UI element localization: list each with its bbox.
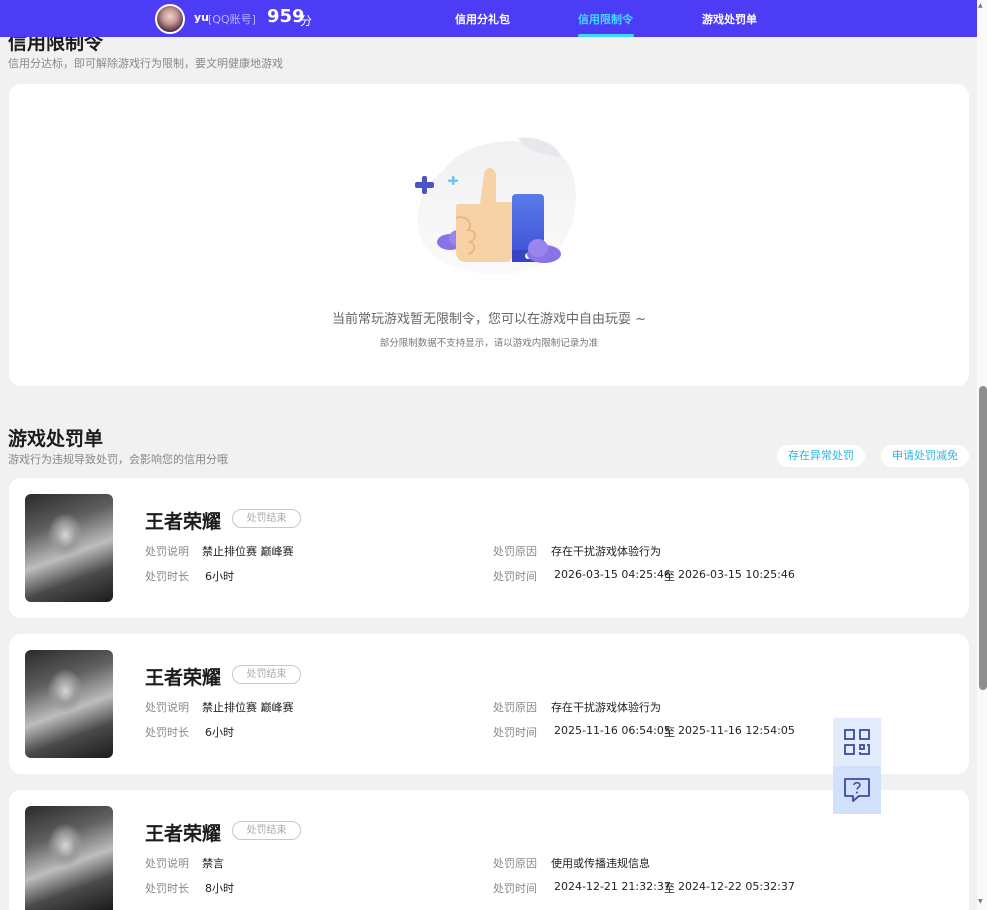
empty-state-message: 当前常玩游戏暂无限制令，您可以在游戏中自由玩耍 ~ [331,312,647,327]
penalty-time-start: 2025-11-16 06:54:05 [554,724,671,737]
tab-credit-restriction[interactable]: 信用限制令 [578,11,633,27]
penalty-time-label: 处罚时间 [493,882,537,895]
penalty-time-start: 2026-03-15 04:25:46 [554,568,671,581]
game-hero-thumbnail [25,650,113,758]
penalty-time-separator: 至 [664,726,675,739]
penalty-desc-label: 处罚说明 [145,701,189,714]
penalty-time-label: 处罚时间 [493,570,537,583]
penalty-desc-label: 处罚说明 [145,545,189,558]
avatar[interactable] [155,4,185,34]
penalty-section-title: 游戏处罚单 [8,428,104,450]
help-button[interactable] [833,766,881,814]
qr-code-icon [844,729,870,755]
penalty-time-start: 2024-12-21 21:32:37 [554,880,671,893]
scrollbar-thumb[interactable] [979,386,987,690]
tab-game-penalty[interactable]: 游戏处罚单 [702,11,757,27]
penalty-duration-value: 6小时 [205,570,234,583]
penalty-reason-value: 使用或传播违规信息 [551,857,650,870]
penalty-reason-label: 处罚原因 [493,701,537,714]
nickname: yu [194,11,210,24]
help-chat-icon [844,778,870,802]
penalty-duration-label: 处罚时长 [145,570,189,583]
penalty-desc-value: 禁止排位赛 巅峰赛 [202,545,294,558]
penalty-duration-label: 处罚时长 [145,726,189,739]
penalty-duration-label: 处罚时长 [145,882,189,895]
penalty-time-separator: 至 [664,570,675,583]
penalty-desc-value: 禁止排位赛 巅峰赛 [202,701,294,714]
account-type: [QQ账号] [208,13,256,26]
restriction-section-desc: 信用分达标，即可解除游戏行为限制，要文明健康地游戏 [8,57,283,70]
penalty-time-separator: 至 [664,882,675,895]
penalty-reason-value: 存在干扰游戏体验行为 [551,545,661,558]
game-hero-thumbnail [25,494,113,602]
penalty-card[interactable]: 王者荣耀 处罚结束 处罚说明 禁止排位赛 巅峰赛 处罚时长 6小时 处罚原因 存… [9,478,969,618]
top-nav-bar: yu [QQ账号] 959 分 信用分礼包 信用限制令 游戏处罚单 [0,0,977,37]
status-badge: 处罚结束 [232,821,301,840]
penalty-duration-value: 8小时 [205,882,234,895]
credit-score-unit: 分 [300,14,313,28]
game-hero-thumbnail [25,806,113,910]
empty-state-note: 部分限制数据不支持显示，请以游戏内限制记录为准 [379,338,599,349]
penalty-duration-value: 6小时 [205,726,234,739]
penalty-reason-label: 处罚原因 [493,857,537,870]
active-tab-indicator [578,34,634,37]
status-badge: 处罚结束 [232,509,301,528]
penalty-time-end: 2025-11-16 12:54:05 [678,724,795,737]
restriction-empty-card: 当前常玩游戏暂无限制令，您可以在游戏中自由玩耍 ~ 部分限制数据不支持显示，请以… [9,84,969,386]
game-name: 王者荣耀 [145,667,222,689]
appeal-penalty-button[interactable]: 申请处罚减免 [881,445,969,467]
scroll-down-icon[interactable]: ▼ [978,898,983,905]
scroll-up-icon[interactable]: ▲ [978,2,983,9]
game-name: 王者荣耀 [145,511,222,533]
credit-score: 959 [267,6,305,27]
thumbs-up-icon [415,137,576,275]
tab-credit-gift[interactable]: 信用分礼包 [455,11,510,27]
abnormal-penalty-button[interactable]: 存在异常处罚 [777,445,865,467]
penalty-card[interactable]: 王者荣耀 处罚结束 处罚说明 禁言 处罚时长 8小时 处罚原因 使用或传播违规信… [9,790,969,910]
penalty-time-end: 2024-12-22 05:32:37 [678,880,795,893]
penalty-time-label: 处罚时间 [493,726,537,739]
status-badge: 处罚结束 [232,665,301,684]
game-name: 王者荣耀 [145,823,222,845]
penalty-desc-label: 处罚说明 [145,857,189,870]
penalty-reason-value: 存在干扰游戏体验行为 [551,701,661,714]
qr-code-button[interactable] [833,718,881,766]
penalty-reason-label: 处罚原因 [493,545,537,558]
penalty-section-desc: 游戏行为违规导致处罚，会影响您的信用分哦 [8,453,228,466]
penalty-desc-value: 禁言 [202,857,224,870]
penalty-time-end: 2026-03-15 10:25:46 [678,568,795,581]
penalty-card[interactable]: 王者荣耀 处罚结束 处罚说明 禁止排位赛 巅峰赛 处罚时长 6小时 处罚原因 存… [9,634,969,774]
